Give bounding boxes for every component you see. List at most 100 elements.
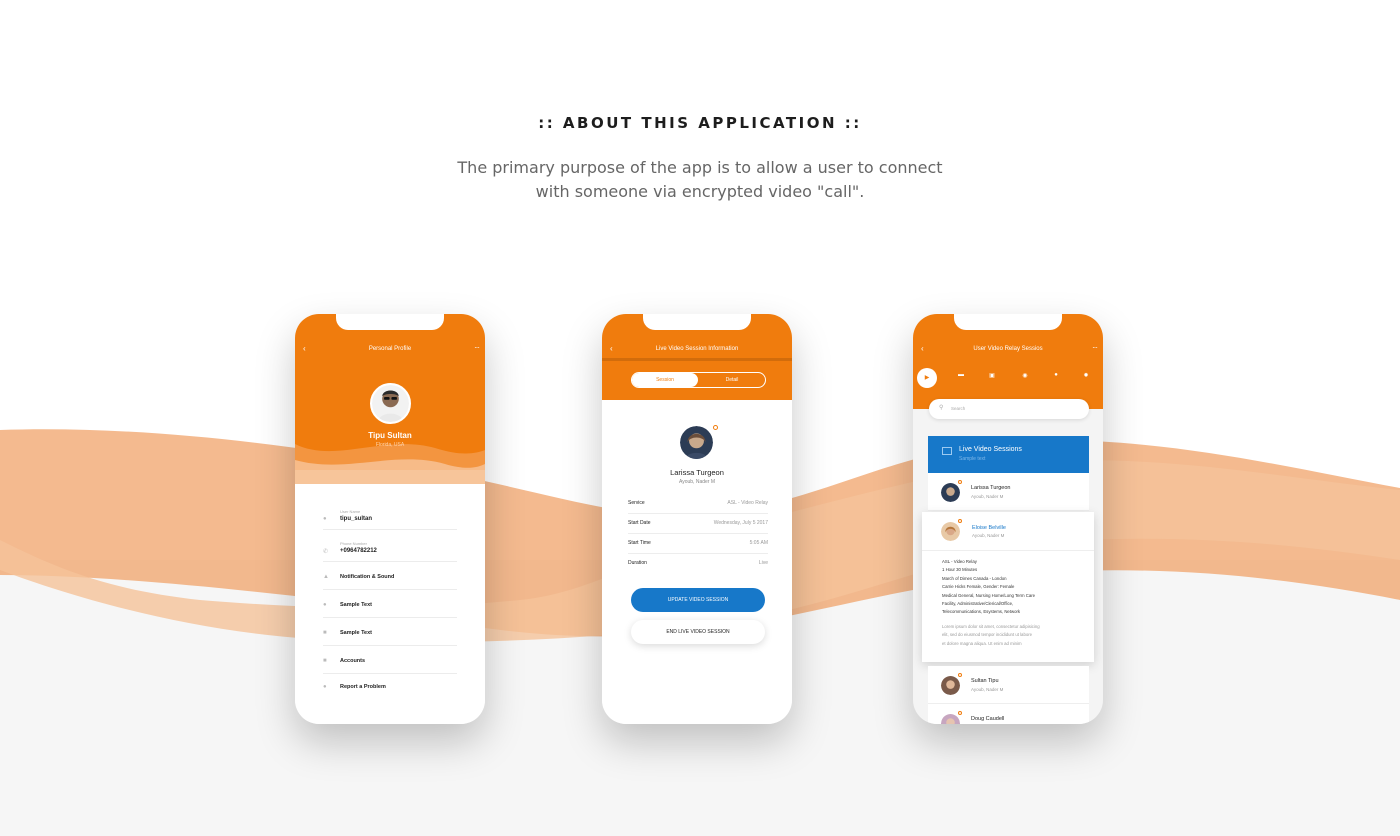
menu-item-label: Sample Text bbox=[340, 602, 372, 608]
profile-settings-card: ● User Name tipu_sultan ✆ Phone Number +… bbox=[295, 484, 485, 724]
list-item[interactable]: Sultan Tipu Ayoub, Nader M bbox=[928, 666, 1089, 704]
detail-value: Wednesday, July 5 2017 bbox=[713, 520, 768, 526]
eye-icon[interactable]: ◉ bbox=[1019, 372, 1031, 382]
item-name: Doug Caudell bbox=[971, 716, 1005, 722]
detail-row: Duration Live bbox=[628, 554, 768, 574]
avatar bbox=[941, 676, 960, 695]
tab-detail[interactable]: Detail bbox=[699, 373, 765, 387]
avatar-image bbox=[941, 483, 960, 502]
avatar-image bbox=[941, 714, 960, 724]
monitor-icon bbox=[942, 447, 952, 455]
status-dot bbox=[958, 480, 962, 484]
menu-item-label: Notification & Sound bbox=[340, 574, 395, 580]
detail-line: Medical General, Nursing Home/Long Term … bbox=[942, 592, 1036, 598]
info-icon: ● bbox=[323, 684, 327, 690]
phone-live-session-info: ‹ Live Video Session Information Session… bbox=[602, 314, 792, 724]
section-title: Live Video Sessions bbox=[959, 446, 1022, 453]
screen-title: User Video Relay Sessios bbox=[973, 346, 1043, 352]
status-dot bbox=[713, 425, 718, 430]
description-line: with someone via encrypted video "call". bbox=[535, 182, 865, 201]
avatar-image bbox=[680, 426, 713, 459]
screen-icon[interactable]: ▬ bbox=[955, 372, 967, 382]
live-sessions-header: Live Video Sessions Sample text bbox=[928, 436, 1089, 473]
field-phone[interactable]: ✆ Phone Number +0964782212 bbox=[323, 538, 457, 562]
profile-name: Tipu Sultan bbox=[368, 431, 412, 440]
status-dot bbox=[958, 519, 962, 523]
field-value: tipu_sultan bbox=[340, 516, 373, 522]
phone-notch bbox=[336, 314, 444, 330]
session-details: ASL - Video Relay 1 Hour 30 Minutes Marc… bbox=[942, 558, 1082, 617]
contact-subtitle: Ayoub, Nader M bbox=[678, 479, 716, 485]
menu-item-label: Sample Text bbox=[340, 630, 372, 636]
status-dot bbox=[958, 711, 962, 715]
avatar[interactable] bbox=[680, 426, 713, 459]
section-subtitle: Sample text bbox=[959, 456, 986, 462]
detail-value: 5:05 AM bbox=[749, 540, 768, 546]
phone-personal-profile: ‹ Personal Profile ··· Tipu Sultan Flori… bbox=[295, 314, 485, 724]
detail-row: Start Date Wednesday, July 5 2017 bbox=[628, 514, 768, 534]
menu-item-sample-text[interactable]: ● Sample Text bbox=[323, 594, 457, 618]
detail-row: Start Time 5:05 AM bbox=[628, 534, 768, 554]
field-label: User Name bbox=[340, 509, 361, 514]
more-icon[interactable]: ··· bbox=[474, 343, 480, 352]
screen-title: Personal Profile bbox=[368, 346, 412, 352]
field-value: +0964782212 bbox=[340, 548, 377, 554]
user-icon: ● bbox=[323, 516, 327, 522]
menu-item-label: Accounts bbox=[340, 658, 366, 664]
profile-location: Florida, USA bbox=[375, 442, 405, 448]
search-input[interactable]: ⚲ Search bbox=[929, 399, 1089, 419]
detail-line: March of Dimes Canada - London bbox=[942, 575, 1007, 581]
icon-tab-bar: ▶ ▬ ▣ ◉ ● ✹ bbox=[913, 366, 1103, 388]
avatar-image bbox=[372, 385, 409, 422]
contact-name: Larissa Turgeon bbox=[670, 468, 724, 477]
menu-item-label: Report a Problem bbox=[340, 684, 386, 690]
avatar bbox=[941, 714, 960, 724]
play-icon[interactable]: ▶ bbox=[917, 368, 937, 388]
detail-value: Live bbox=[758, 560, 768, 566]
list-item[interactable]: Doug Caudell bbox=[928, 704, 1089, 724]
item-subtitle: Ayoub, Nader M bbox=[971, 494, 1004, 499]
user-icon[interactable]: ● bbox=[1050, 372, 1062, 382]
gear-icon[interactable]: ✹ bbox=[1080, 372, 1092, 382]
search-icon: ⚲ bbox=[939, 405, 944, 411]
person-icon: ● bbox=[323, 602, 327, 608]
detail-key: Service bbox=[628, 500, 645, 506]
notes-line: elit, sed do eiusmod tempor incididunt u… bbox=[942, 632, 1033, 638]
detail-line: ASL - Video Relay bbox=[942, 559, 977, 564]
tab-session[interactable]: Session bbox=[632, 373, 698, 387]
update-session-button[interactable]: UPDATE VIDEO SESSION bbox=[631, 588, 765, 612]
camera-icon[interactable]: ▣ bbox=[986, 372, 998, 382]
field-username[interactable]: ● User Name tipu_sultan bbox=[323, 506, 457, 530]
phone-notch bbox=[643, 314, 751, 330]
detail-key: Start Time bbox=[628, 540, 651, 546]
detail-value: ASL - Video Relay bbox=[727, 500, 768, 506]
menu-item-notification[interactable]: ▲ Notification & Sound bbox=[323, 566, 457, 590]
detail-key: Duration bbox=[628, 560, 647, 566]
description-line: The primary purpose of the app is to all… bbox=[457, 158, 943, 177]
avatar bbox=[941, 483, 960, 502]
phone-user-video-relay: ‹ User Video Relay Sessios ··· ▶ ▬ ▣ ◉ ●… bbox=[913, 314, 1103, 724]
detail-line: Telecommunications, Esystems, Network bbox=[942, 609, 1021, 615]
menu-item-sample-text[interactable]: ■ Sample Text bbox=[323, 622, 457, 646]
avatar bbox=[941, 522, 960, 541]
menu-item-report-problem[interactable]: ● Report a Problem bbox=[323, 678, 457, 700]
end-session-button[interactable]: END LIVE VIDEO SESSION bbox=[631, 620, 765, 644]
notes-line: Lorem ipsum dolor sit amet, consectetur … bbox=[942, 624, 1040, 629]
expanded-list-item[interactable]: Eloise Belville Ayoub, Nader M ASL - Vid… bbox=[922, 512, 1094, 662]
phone-icon: ✆ bbox=[323, 549, 329, 555]
item-name: Sultan Tipu bbox=[971, 678, 999, 684]
menu-item-accounts[interactable]: ■ Accounts bbox=[323, 650, 457, 674]
segmented-control: Session Detail bbox=[631, 372, 766, 388]
detail-line: Facility, Administrative/Clerical/Office… bbox=[942, 601, 1014, 607]
search-placeholder: Search bbox=[951, 406, 966, 411]
avatar[interactable] bbox=[370, 383, 411, 424]
list-item[interactable]: Larissa Turgeon Ayoub, Nader M bbox=[928, 473, 1089, 511]
item-subtitle: Ayoub, Nader M bbox=[972, 533, 1005, 538]
status-dot bbox=[958, 673, 962, 677]
lock-icon: ■ bbox=[323, 658, 327, 664]
more-icon[interactable]: ··· bbox=[1092, 343, 1098, 352]
card-icon: ■ bbox=[323, 630, 327, 636]
avatar-image bbox=[941, 522, 960, 541]
screen-title: Live Video Session Information bbox=[655, 346, 739, 352]
bell-icon: ▲ bbox=[323, 574, 329, 580]
